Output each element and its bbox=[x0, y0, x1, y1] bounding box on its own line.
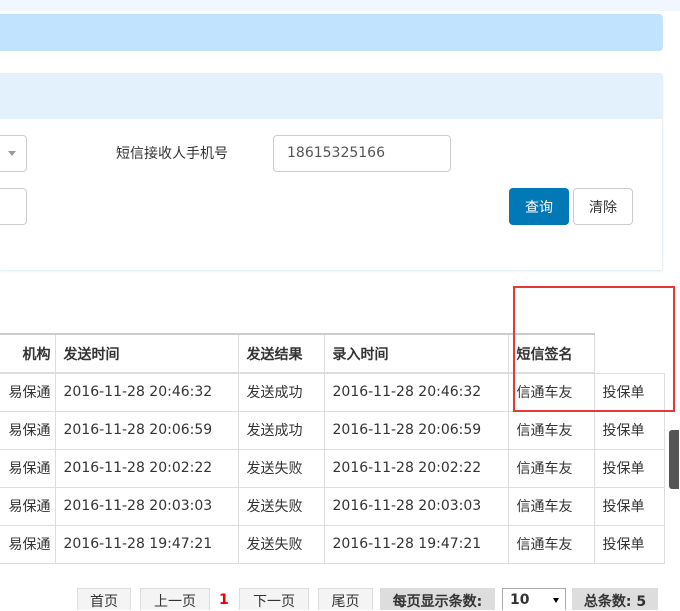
panel-header bbox=[0, 74, 662, 119]
cell-signature: 信通车友 bbox=[507, 448, 595, 488]
cell-org: 易保通 bbox=[0, 410, 56, 450]
cell-entry-time: 2016-11-28 20:06:59 bbox=[323, 410, 509, 450]
cell-type: 投保单 bbox=[593, 448, 665, 488]
cell-send-time: 2016-11-28 20:06:59 bbox=[54, 410, 239, 450]
cell-org: 易保通 bbox=[0, 448, 56, 488]
cell-type: 投保单 bbox=[593, 486, 665, 526]
clear-button[interactable]: 清除 bbox=[573, 188, 633, 225]
last-page-button[interactable]: 尾页 bbox=[318, 588, 373, 610]
cell-signature: 信通车友 bbox=[507, 410, 595, 450]
search-panel bbox=[0, 73, 663, 271]
table-row: 易保通 2016-11-28 20:02:22 发送失败 2016-11-28 20:… bbox=[0, 448, 665, 488]
top-strip bbox=[0, 0, 680, 11]
prev-page-button[interactable]: 上一页 bbox=[140, 588, 210, 610]
table-row: 易保通 2016-11-28 20:03:03 发送失败 2016-11-28 20:… bbox=[0, 486, 665, 526]
col-org: 机构 bbox=[0, 333, 56, 374]
cell-type: 投保单 bbox=[593, 524, 665, 564]
cell-send-result: 发送成功 bbox=[237, 410, 325, 450]
cell-send-result: 发送失败 bbox=[237, 448, 325, 488]
cell-send-time: 2016-11-28 20:02:22 bbox=[54, 448, 239, 488]
highlight-box bbox=[513, 286, 675, 412]
cell-signature: 信通车友 bbox=[507, 524, 595, 564]
chevron-down-icon bbox=[8, 151, 16, 156]
cell-send-time: 2016-11-28 20:03:03 bbox=[54, 486, 239, 526]
cell-entry-time: 2016-11-28 20:46:32 bbox=[323, 372, 509, 412]
phone-label: 短信接收人手机号 bbox=[116, 146, 228, 162]
next-page-button[interactable]: 下一页 bbox=[239, 588, 309, 610]
per-page-label: 每页显示条数: bbox=[380, 588, 495, 610]
cell-entry-time: 2016-11-28 20:03:03 bbox=[323, 486, 509, 526]
col-send-time: 发送时间 bbox=[54, 333, 239, 374]
cell-send-time: 2016-11-28 19:47:21 bbox=[54, 524, 239, 564]
cell-send-result: 发送失败 bbox=[237, 524, 325, 564]
select-dropdown[interactable] bbox=[0, 135, 27, 172]
title-bar bbox=[0, 14, 663, 51]
table-row: 易保通 2016-11-28 20:06:59 发送成功 2016-11-28 20:… bbox=[0, 410, 665, 450]
per-page-select[interactable]: 10 bbox=[502, 588, 566, 610]
total-count: 总条数: 5 bbox=[572, 588, 658, 610]
phone-input[interactable]: 18615325166 bbox=[273, 135, 451, 172]
dropdown-arrow-icon bbox=[553, 598, 559, 603]
current-page[interactable]: 1 bbox=[219, 592, 229, 608]
cell-entry-time: 2016-11-28 19:47:21 bbox=[323, 524, 509, 564]
cell-entry-time: 2016-11-28 20:02:22 bbox=[323, 448, 509, 488]
col-send-result: 发送结果 bbox=[237, 333, 325, 374]
cell-signature: 信通车友 bbox=[507, 486, 595, 526]
cell-org: 易保通 bbox=[0, 372, 56, 412]
cell-send-result: 发送失败 bbox=[237, 486, 325, 526]
cell-type: 投保单 bbox=[593, 410, 665, 450]
scrollbar-handle[interactable] bbox=[669, 430, 679, 489]
cell-org: 易保通 bbox=[0, 486, 56, 526]
text-input[interactable] bbox=[0, 188, 27, 225]
per-page-value: 10 bbox=[510, 592, 530, 608]
first-page-button[interactable]: 首页 bbox=[77, 588, 131, 610]
cell-send-result: 发送成功 bbox=[237, 372, 325, 412]
cell-send-time: 2016-11-28 20:46:32 bbox=[54, 372, 239, 412]
col-entry-time: 录入时间 bbox=[323, 333, 509, 374]
table-row: 易保通 2016-11-28 19:47:21 发送失败 2016-11-28 19:… bbox=[0, 524, 665, 564]
cell-org: 易保通 bbox=[0, 524, 56, 564]
query-button[interactable]: 查询 bbox=[509, 188, 569, 225]
